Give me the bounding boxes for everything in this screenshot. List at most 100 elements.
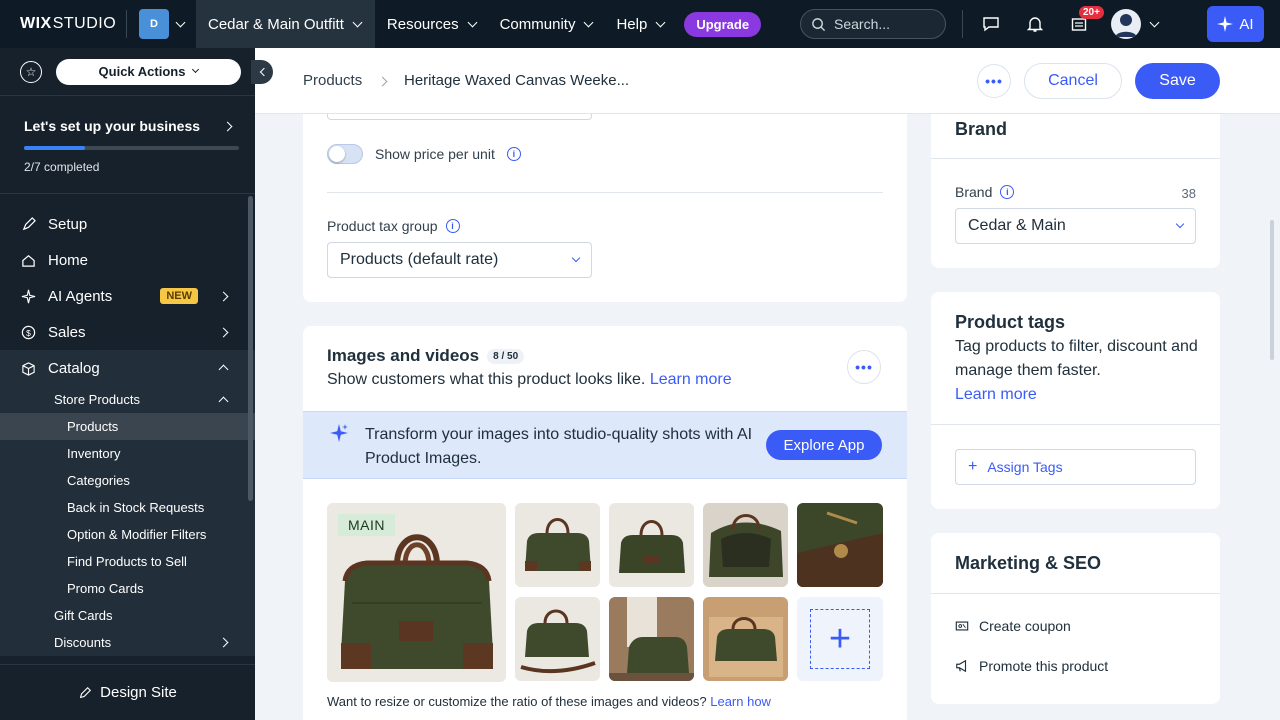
brand-label-row: Brand i [955, 184, 1015, 200]
product-thumbnail[interactable] [703, 503, 788, 587]
explore-app-button[interactable]: Explore App [766, 430, 882, 460]
sidebar-item-option-filters[interactable]: Option & Modifier Filters [0, 521, 255, 548]
search-input[interactable]: Search... [800, 9, 946, 39]
divider [962, 10, 963, 38]
product-thumbnail[interactable] [609, 503, 694, 587]
sidebar-item-products[interactable]: Products [0, 413, 255, 440]
star-icon[interactable]: ☆ [20, 60, 42, 83]
promote-product-link[interactable]: Promote this product [955, 658, 1108, 674]
ai-assistant-button[interactable]: AI [1207, 6, 1264, 42]
product-thumbnail[interactable] [609, 597, 694, 681]
sidebar-item-gift-cards[interactable]: Gift Cards [0, 602, 255, 629]
info-icon[interactable]: i [506, 147, 521, 161]
divider [327, 192, 883, 193]
chevron-right-icon [218, 327, 229, 337]
assign-tags-button[interactable]: + Assign Tags [955, 449, 1196, 485]
product-thumbnail[interactable] [797, 503, 883, 587]
product-thumbnail[interactable] [515, 503, 600, 587]
sidebar-item-discounts[interactable]: Discounts [0, 629, 255, 656]
sidebar-item-back-in-stock[interactable]: Back in Stock Requests [0, 494, 255, 521]
create-coupon-link[interactable]: Create coupon [955, 618, 1071, 634]
brand-select[interactable]: Cedar & Main [955, 208, 1196, 244]
page-scrollbar[interactable] [1270, 220, 1274, 360]
product-thumbnail[interactable] [703, 597, 788, 681]
inbox-button[interactable]: 20+ [1057, 0, 1104, 48]
account-menu[interactable] [1101, 0, 1167, 48]
search-icon [812, 17, 826, 31]
learn-more-link[interactable]: Learn more [650, 371, 732, 388]
toggle-knob [329, 146, 345, 162]
chevron-down-icon [655, 17, 666, 27]
nav-label: Resources [386, 15, 459, 33]
logo-text-light: STUDIO [52, 15, 117, 32]
nav-help[interactable]: Help [604, 0, 676, 48]
learn-how-link[interactable]: Learn how [710, 694, 771, 709]
sidebar-item-label: Setup [48, 215, 88, 233]
main-product-image[interactable]: MAIN [327, 503, 506, 682]
info-icon[interactable]: i [1000, 185, 1015, 199]
media-subtitle-row: Show customers what this product looks l… [327, 371, 732, 389]
sidebar-item-find-products[interactable]: Find Products to Sell [0, 548, 255, 575]
sidebar-item-label: Discounts [54, 635, 112, 650]
chevron-down-icon [1175, 219, 1185, 229]
bag-with-strap-image [515, 597, 600, 681]
info-icon[interactable]: i [445, 219, 460, 233]
tags-description: Tag products to filter, discount and man… [955, 338, 1198, 379]
tax-group-value: Products (default rate) [340, 251, 499, 268]
more-actions-button[interactable]: ••• [977, 64, 1011, 98]
sidebar-item-inventory[interactable]: Inventory [0, 440, 255, 467]
top-icons: 20+ [962, 0, 1167, 48]
price-per-unit-toggle[interactable] [327, 144, 363, 164]
brand-value: Cedar & Main [968, 217, 1066, 234]
sidebar-item-setup[interactable]: Setup [0, 206, 255, 242]
sparkle-icon [1217, 16, 1234, 32]
search-placeholder: Search... [834, 16, 891, 32]
nav-label: Community [499, 15, 576, 33]
chevron-right-icon [218, 291, 229, 301]
nav-label: Help [616, 15, 648, 33]
product-thumbnail[interactable] [515, 597, 600, 681]
divider [931, 593, 1220, 594]
sidebar-item-catalog[interactable]: Catalog [0, 350, 255, 386]
sidebar-item-ai-agents[interactable]: AI Agents NEW [0, 278, 255, 314]
sidebar-scrollbar[interactable] [248, 196, 253, 501]
sidebar-item-sales[interactable]: $ Sales [0, 314, 255, 350]
cancel-button[interactable]: Cancel [1024, 63, 1122, 99]
sidebar-item-home[interactable]: Home [0, 242, 255, 278]
chevron-down-icon [352, 17, 363, 27]
sidebar-item-label: Categories [67, 473, 130, 488]
nav-resources[interactable]: Resources [375, 0, 488, 48]
setup-checklist[interactable]: Let's set up your business 2/7 completed [0, 96, 255, 194]
nav-community[interactable]: Community [488, 0, 605, 48]
tax-group-select[interactable]: Products (default rate) [327, 242, 592, 278]
section-title: Images and videos [327, 346, 480, 365]
site-thumbnail: D [139, 9, 169, 39]
megaphone-icon [956, 659, 967, 673]
sidebar-item-store-products[interactable]: Store Products [0, 386, 255, 413]
setup-progress-bar [24, 146, 239, 150]
bell-icon [1026, 17, 1044, 32]
sidebar-item-promo-cards[interactable]: Promo Cards [0, 575, 255, 602]
sidebar-item-categories[interactable]: Categories [0, 467, 255, 494]
learn-more-link[interactable]: Learn more [955, 386, 1037, 403]
save-button[interactable]: Save [1135, 63, 1220, 99]
chevron-down-icon [467, 17, 478, 27]
design-site-button[interactable]: Design Site [0, 664, 255, 720]
wix-studio-logo[interactable]: WIX STUDIO [0, 0, 126, 48]
messages-button[interactable] [969, 0, 1013, 48]
sidebar-item-label: Find Products to Sell [67, 554, 187, 569]
site-switcher[interactable]: D [127, 0, 196, 48]
breadcrumb-products[interactable]: Products [303, 72, 362, 89]
notifications-button[interactable] [1013, 0, 1057, 48]
home-icon [20, 253, 36, 268]
site-name-menu[interactable]: Cedar & Main Outfitt [196, 0, 375, 48]
chevron-down-icon [1149, 17, 1159, 27]
brand-card: Brand Brand i 38 Cedar & Main [931, 114, 1220, 268]
chevron-right-icon [377, 76, 388, 87]
media-title-row: Images and videos 8 / 50 [327, 346, 525, 366]
quick-actions-button[interactable]: Quick Actions [56, 58, 241, 85]
media-more-button[interactable]: ••• [847, 350, 881, 384]
upgrade-button[interactable]: Upgrade [684, 11, 762, 37]
create-coupon-label: Create coupon [979, 618, 1071, 634]
add-media-button[interactable]: + [797, 597, 883, 681]
